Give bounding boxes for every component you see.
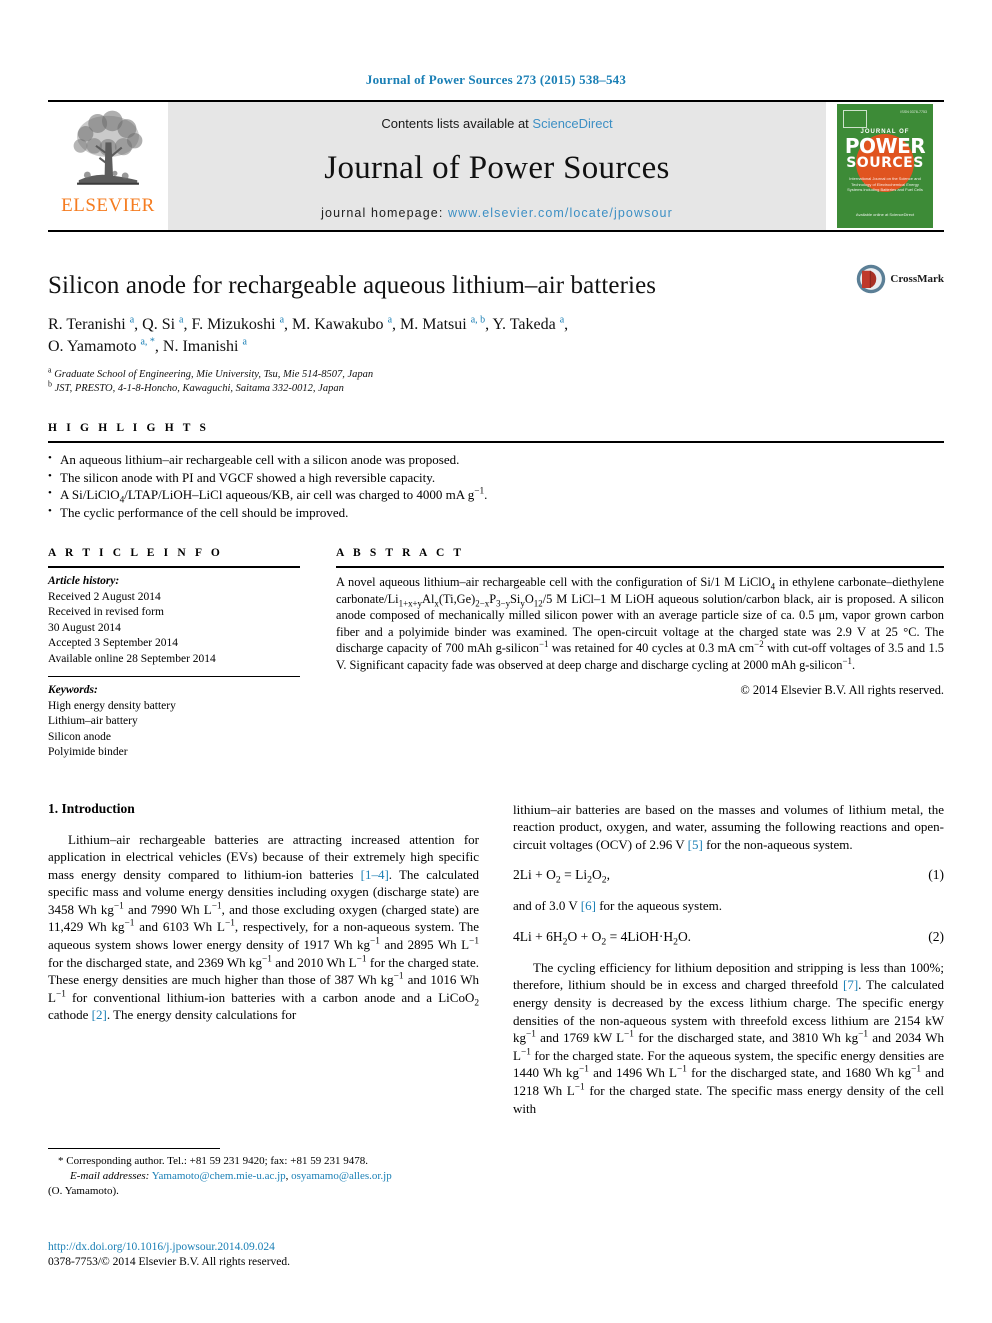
intro-paragraph-left: Lithium–air rechargeable batteries are a… [48,831,480,1023]
equation-2-number: (2) [928,928,944,944]
email-link-2[interactable]: osyamamo@alles.or.jp [291,1170,392,1182]
running-head: Journal of Power Sources 273 (2015) 538–… [365,72,627,87]
journal-masthead: ELSEVIER Contents lists available at Sci… [48,100,944,232]
cover-sources-word: SOURCES [846,155,924,171]
email-line: E-mail addresses: Yamamoto@chem.mie-u.ac… [70,1170,392,1182]
section-heading-introduction: 1. Introduction [48,800,135,816]
affiliation-a: a Graduate School of Engineering, Mie Un… [48,365,374,380]
corresponding-author-line: * Corresponding author. Tel.: +81 59 231… [58,1155,368,1167]
journal-cover-thumbnail: ISSN 0378-7753 JOURNAL OF POWER SOURCES … [826,102,944,230]
homepage-url-link[interactable]: www.elsevier.com/locate/jpowsour [448,206,673,220]
page-footer: http://dx.doi.org/10.1016/j.jpowsour.201… [48,1240,548,1270]
highlights-list: An aqueous lithium–air rechargeable cell… [48,450,944,522]
abstract-column: A B S T R A C T A novel aqueous lithium–… [336,547,944,761]
cover-elsevier-mark [843,110,867,128]
crossmark-badge[interactable]: CrossMark [856,264,944,294]
history-item: 30 August 2014 [48,621,121,634]
history-item: Accepted 3 September 2014 [48,637,178,649]
cover-footer: Available online at ScienceDirect [855,212,915,217]
highlights-section: H I G H L I G H T S An aqueous lithium–a… [48,422,944,521]
between-equations-text: and of 3.0 V [6] for the aqueous system. [513,898,722,914]
article-history: Article history: Received 2 August 2014 … [48,568,300,667]
footnote-rule [48,1148,220,1149]
journal-title: Journal of Power Sources [324,150,670,186]
keyword-item: Polyimide binder [48,746,128,758]
body-column-left: 1. Introduction Lithium–air rechargeable… [48,801,479,1128]
abstract-copyright: © 2014 Elsevier B.V. All rights reserved… [740,682,944,697]
article-info-column: A R T I C L E I N F O Article history: R… [48,547,300,761]
body-columns: 1. Introduction Lithium–air rechargeable… [48,801,944,1128]
equation-1: 2Li + O2 = Li2O2, [513,867,610,886]
highlight-item: The cyclic performance of the cell shoul… [48,503,944,522]
highlight-item: The silicon anode with PI and VGCF showe… [48,468,944,487]
doi-link[interactable]: http://dx.doi.org/10.1016/j.jpowsour.201… [48,1240,548,1255]
journal-homepage-line: journal homepage: www.elsevier.com/locat… [321,206,673,220]
author-list: R. Teranishi a, Q. Si a, F. Mizukoshi a,… [48,314,748,358]
keyword-item: Silicon anode [48,730,111,743]
history-item: Received 2 August 2014 [48,590,161,603]
intro-paragraph-right-1: lithium–air batteries are based on the m… [513,801,944,852]
homepage-prefix: journal homepage: [321,206,448,220]
cover-subtitle: International Journal on the Science and… [847,176,923,192]
author-line-2: O. Yamamoto a, *, N. Imanishi a [48,336,247,355]
crossmark-icon [857,264,886,294]
masthead-center: Contents lists available at ScienceDirec… [168,102,826,230]
cover-issn: ISSN 0378-7753 [900,110,927,114]
article-info-label: A R T I C L E I N F O [48,547,223,559]
equation-1-row: 2Li + O2 = Li2O2, (1) [513,867,944,886]
keywords-block: Keywords: High energy density battery Li… [48,677,300,761]
cover-power-word: POWER [844,134,926,158]
equation-2-row: 4Li + 6H2O + O2 = 4LiOH·H2O. (2) [513,928,944,948]
sciencedirect-link[interactable]: ScienceDirect [532,116,612,131]
abstract-label: A B S T R A C T [336,547,465,559]
contents-available-line: Contents lists available at ScienceDirec… [381,116,612,131]
elsevier-wordmark: ELSEVIER [61,195,155,216]
highlights-label: H I G H L I G H T S [48,422,210,434]
history-item: Received in revised form [48,606,164,618]
title-block: CrossMark Silicon anode for rechargeable… [48,264,944,396]
contents-prefix: Contents lists available at [381,116,533,131]
info-abstract-section: A R T I C L E I N F O Article history: R… [48,547,944,761]
highlight-item: An aqueous lithium–air rechargeable cell… [48,450,944,469]
elsevier-logo: ELSEVIER [48,102,168,230]
page-title: Silicon anode for rechargeable aqueous l… [48,272,657,299]
equation-2: 4Li + 6H2O + O2 = 4LiOH·H2O. [513,928,692,948]
cover-image: ISSN 0378-7753 JOURNAL OF POWER SOURCES … [837,104,933,228]
crossmark-label: CrossMark [890,273,944,285]
abstract-text: A novel aqueous lithium–air rechargeable… [336,575,944,672]
highlight-item: A Si/LiClO4/LTAP/LiOH–LiCl aqueous/KB, a… [48,485,944,505]
corresponding-author-footnote: * Corresponding author. Tel.: +81 59 231… [48,1148,478,1199]
keyword-item: Lithium–air battery [48,715,138,727]
intro-paragraph-right-2: The cycling efficiency for lithium depos… [513,959,945,1116]
email-link-1[interactable]: Yamamoto@chem.mie-u.ac.jp [152,1170,286,1182]
author-line-1: R. Teranishi a, Q. Si a, F. Mizukoshi a,… [48,314,569,333]
keywords-label: Keywords: [48,684,98,696]
email-owner: (O. Yamamoto). [48,1185,119,1197]
elsevier-tree-icon [73,110,143,185]
issn-copyright: 0378-7753/© 2014 Elsevier B.V. All right… [48,1256,291,1268]
body-column-right: lithium–air batteries are based on the m… [513,801,944,1128]
history-item: Available online 28 September 2014 [48,652,216,665]
affiliation-b: b JST, PRESTO, 4-1-8-Honcho, Kawaguchi, … [48,379,344,394]
email-label: E-mail addresses: [70,1170,150,1182]
article-page: Journal of Power Sources 273 (2015) 538–… [0,0,992,1323]
highlights-rule [48,441,944,443]
keyword-item: High energy density battery [48,699,176,712]
equation-1-number: (1) [928,867,944,883]
article-history-label: Article history: [48,575,120,587]
